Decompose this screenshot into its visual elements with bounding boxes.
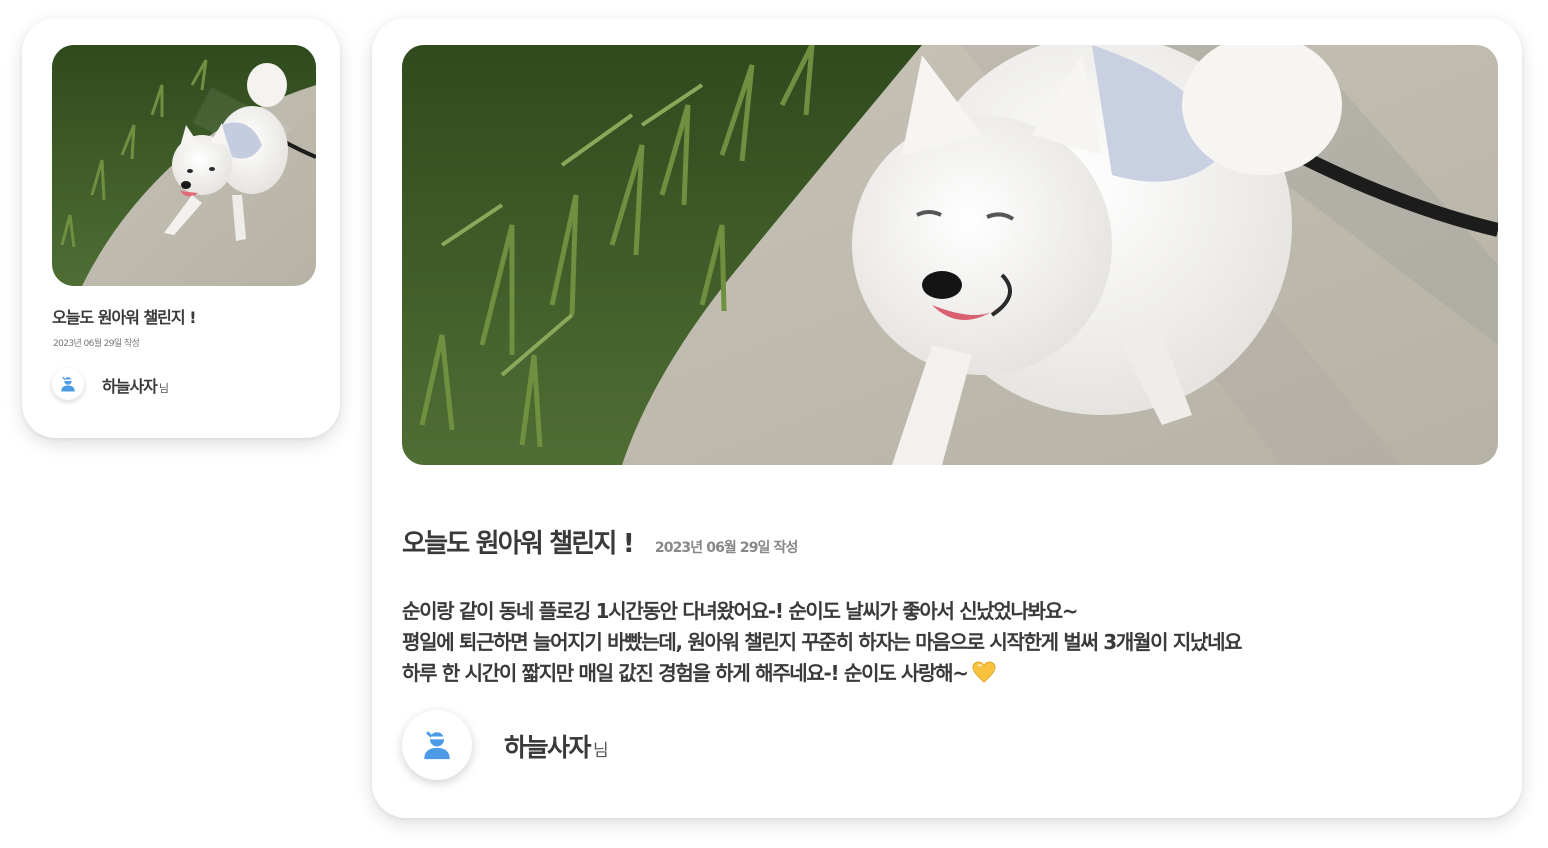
user-avatar-icon[interactable] [402,710,472,780]
yellow-heart-icon [972,661,996,683]
post-body-line: 순이랑 같이 동네 플로깅 1시간동안 다녀왔어요-! 순이도 날씨가 좋아서 … [402,599,1079,623]
user-avatar-icon[interactable] [52,368,84,400]
post-title: 오늘도 원아워 챌린지 ! [402,529,635,559]
post-body: 순이랑 같이 동네 플로깅 1시간동안 다녀왔어요-! 순이도 날씨가 좋아서 … [402,596,1482,689]
post-detail-card: 오늘도 원아워 챌린지 ! 2023년 06월 29일 작성 순이랑 같이 동네… [372,18,1522,818]
dog-photo-icon [402,45,1498,465]
post-card-thumbnail[interactable]: 오늘도 원아워 챌린지 ! 2023년 06월 29일 작성 하늘사자 님 [22,18,340,438]
post-header: 오늘도 원아워 챌린지 ! 2023년 06월 29일 작성 [402,523,798,560]
post-date: 2023년 06월 29일 작성 [654,540,798,556]
author-name[interactable]: 하늘사자 님 [504,728,609,764]
author-name[interactable]: 하늘사자 님 [102,373,169,397]
post-body-line-text: 하루 한 시간이 짧지만 매일 값진 경험을 하게 해주네요-! 순이도 사랑해… [402,661,969,685]
author-suffix: 님 [158,382,169,395]
author-suffix: 님 [593,741,609,761]
post-date: 2023년 06월 29일 작성 [53,339,140,349]
author-nickname: 하늘사자 [102,377,158,396]
dog-photo-icon[interactable] [52,45,316,286]
author-nickname: 하늘사자 [504,733,592,762]
post-body-line: 하루 한 시간이 짧지만 매일 값진 경험을 하게 해주네요-! 순이도 사랑해… [402,658,1482,689]
post-title: 오늘도 원아워 챌린지 ! [52,308,196,327]
post-body-line: 평일에 퇴근하면 늘어지기 바빴는데, 원아워 챌린지 꾸준히 하자는 마음으로… [402,630,1243,654]
